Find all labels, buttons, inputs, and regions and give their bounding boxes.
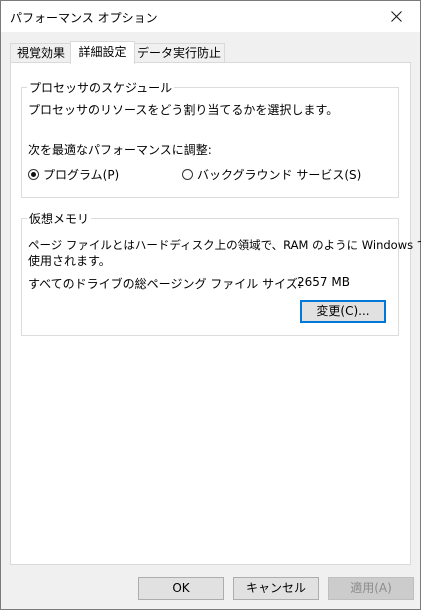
close-icon	[391, 11, 402, 22]
total-paging-size-value: 2657 MB	[297, 275, 350, 289]
processor-scheduling-title: プロセッサのスケジュール	[27, 79, 175, 96]
total-paging-size-label: すべてのドライブの総ページング ファイル サイズ:	[28, 277, 302, 291]
tab-visual-effects[interactable]: 視覚効果	[10, 43, 72, 63]
ok-button[interactable]: OK	[138, 577, 224, 600]
change-button[interactable]: 変更(C)...	[300, 300, 386, 323]
advanced-tab-panel: プロセッサのスケジュール プロセッサのリソースをどう割り当てるかを選択します。 …	[10, 62, 421, 565]
radio-background-services[interactable]: バックグラウンド サービス(S)	[182, 166, 361, 182]
title-bar[interactable]: パフォーマンス オプション	[1, 1, 420, 32]
tab-data-execution-prevention[interactable]: データ実行防止	[133, 43, 225, 63]
radio-unchecked-indicator	[182, 168, 193, 180]
virtual-memory-description-line1: ページ ファイルとはハードディスク上の領域で、RAM のように Windows …	[28, 238, 421, 252]
tab-advanced[interactable]: 詳細設定	[70, 41, 135, 64]
virtual-memory-description-line2: 使用されます。	[28, 254, 111, 268]
virtual-memory-group: 仮想メモリ ページ ファイルとはハードディスク上の領域で、RAM のように Wi…	[21, 210, 421, 336]
radio-checked-indicator	[28, 168, 39, 180]
radio-programs-label: プログラム(P)	[43, 167, 120, 182]
adjust-for-label: 次を最適なパフォーマンスに調整:	[28, 143, 212, 157]
radio-programs[interactable]: プログラム(P)	[28, 166, 119, 182]
performance-options-dialog: パフォーマンス オプション 視覚効果 詳細設定 データ実行防止 プロセッサのスケ…	[0, 0, 421, 610]
processor-scheduling-group: プロセッサのスケジュール プロセッサのリソースをどう割り当てるかを選択します。 …	[21, 79, 399, 198]
processor-description: プロセッサのリソースをどう割り当てるかを選択します。	[28, 103, 339, 117]
close-button[interactable]	[374, 1, 420, 32]
virtual-memory-title: 仮想メモリ	[27, 210, 92, 227]
apply-button[interactable]: 適用(A)	[328, 577, 414, 600]
radio-background-services-label: バックグラウンド サービス(S)	[197, 167, 362, 182]
window-title: パフォーマンス オプション	[10, 11, 158, 25]
cancel-button[interactable]: キャンセル	[233, 577, 319, 600]
